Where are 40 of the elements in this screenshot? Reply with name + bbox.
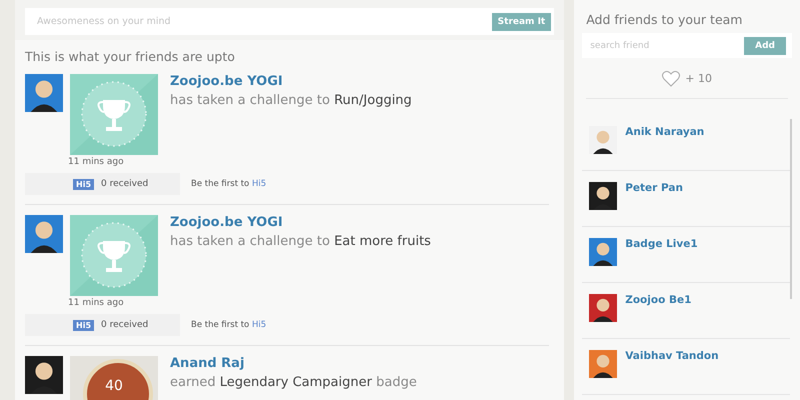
user-name-link[interactable]: Zoojoo.be YOGI [170, 74, 412, 89]
add-button[interactable]: Add [744, 36, 786, 54]
hi5-prompt: Be the first to Hi5 [191, 320, 266, 330]
stream-it-button[interactable]: Stream It [492, 12, 552, 30]
panel-title: Add friends to your team [586, 12, 744, 27]
hi5-link[interactable]: Hi5 [252, 179, 266, 189]
friend-name-link[interactable]: Zoojoo Be1 [625, 294, 692, 338]
avatar-icon [25, 215, 63, 253]
user-name-link[interactable]: Anand Raj [170, 356, 417, 371]
avatar-icon [589, 238, 618, 266]
activity-text: has taken a challenge to Eat more fruits [170, 234, 431, 249]
avatar-icon [589, 350, 618, 378]
friend-name-link[interactable]: Vaibhav Tandon [625, 350, 719, 394]
search-field[interactable]: search friend Add [582, 33, 792, 58]
hi5-prompt: Be the first to Hi5 [191, 179, 266, 189]
avatar-icon [589, 126, 618, 154]
avatar-icon [25, 74, 63, 112]
status-field[interactable]: Awesomeness on your mind Stream It [25, 8, 554, 35]
friend-name-link[interactable]: Peter Pan [625, 182, 683, 226]
activity-text: earned Legendary Campaigner badge [170, 375, 417, 390]
hi5-link[interactable]: Hi5 [252, 320, 266, 330]
friend-name-link[interactable]: Badge Live1 [625, 238, 698, 282]
received-count: 0 received [101, 179, 148, 189]
trophy-badge-icon [70, 74, 158, 155]
received-count: 0 received [101, 320, 148, 330]
heart-icon[interactable] [662, 70, 680, 86]
activity-text: has taken a challenge to Run/Jogging [170, 93, 412, 108]
feed-heading: This is what your friends are upto [25, 49, 236, 64]
likes-count: + 10 [685, 72, 712, 84]
friend-name-link[interactable]: Anik Narayan [625, 126, 704, 170]
avatar-icon [589, 182, 618, 210]
avatar-icon [25, 356, 63, 394]
avatar-icon [589, 294, 618, 322]
trophy-badge-icon [70, 215, 158, 296]
timestamp: 11 mins ago [68, 157, 125, 167]
user-name-link[interactable]: Zoojoo.be YOGI [170, 215, 431, 230]
timestamp: 11 mins ago [68, 298, 125, 308]
hi5-button[interactable]: Hi5 [73, 178, 94, 190]
hi5-button[interactable]: Hi5 [73, 320, 94, 330]
badge-number: 40 [104, 378, 124, 394]
